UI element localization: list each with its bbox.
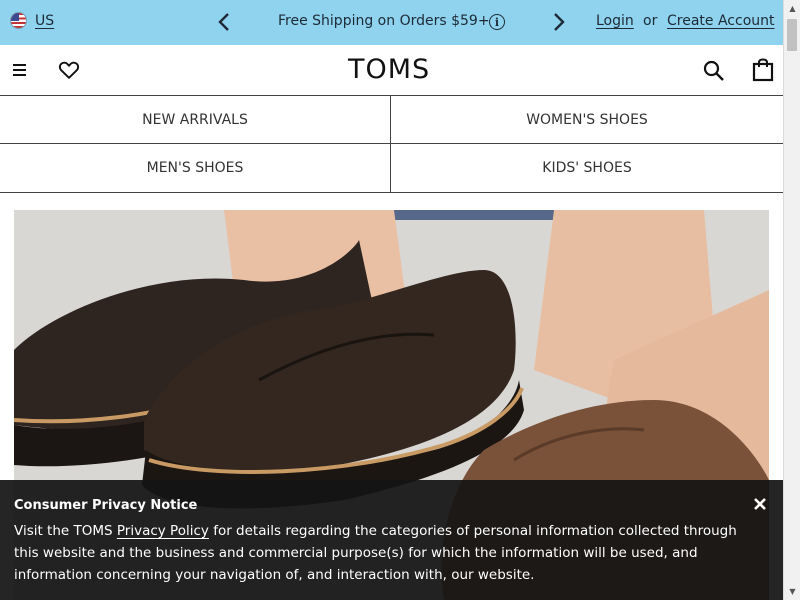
login-link[interactable]: Login [596, 13, 634, 29]
nav-new-arrivals[interactable]: NEW ARRIVALS [0, 96, 391, 144]
privacy-notice-banner: Consumer Privacy Notice Visit the TOMS P… [0, 480, 783, 600]
chevron-left-icon [218, 13, 229, 31]
privacy-text-intro: Visit the TOMS [14, 523, 117, 539]
search-icon[interactable] [702, 59, 726, 83]
region-selector[interactable]: US [10, 12, 54, 29]
privacy-notice-text: Visit the TOMS Privacy Policy for detail… [14, 520, 744, 586]
announcement-bar: US Free Shipping on Orders $59+ i Login … [0, 0, 783, 45]
promo-prev-button[interactable] [213, 10, 235, 34]
promo-next-button[interactable] [548, 10, 570, 34]
privacy-policy-link[interactable]: Privacy Policy [117, 523, 209, 539]
scroll-thumb[interactable] [787, 19, 797, 51]
promo-message: Free Shipping on Orders $59+ [278, 13, 490, 29]
region-label[interactable]: US [35, 13, 54, 29]
site-header: TOMS [0, 45, 783, 96]
scroll-up-arrow-icon[interactable]: ▲ [784, 0, 800, 17]
nav-kids-shoes[interactable]: KIDS' SHOES [391, 144, 783, 193]
chevron-right-icon [554, 13, 565, 31]
nav-mens-shoes[interactable]: MEN'S SHOES [0, 144, 391, 193]
privacy-notice-title: Consumer Privacy Notice [14, 498, 198, 513]
page-scrollbar[interactable]: ▲ ▼ [783, 0, 800, 600]
scroll-down-arrow-icon[interactable]: ▼ [784, 583, 800, 600]
create-account-link[interactable]: Create Account [667, 13, 775, 29]
category-nav: NEW ARRIVALS WOMEN'S SHOES MEN'S SHOES K… [0, 96, 783, 194]
heart-icon[interactable] [58, 59, 80, 81]
toms-logo[interactable]: TOMS [348, 54, 430, 85]
info-icon[interactable]: i [489, 14, 505, 30]
nav-womens-shoes[interactable]: WOMEN'S SHOES [391, 96, 783, 144]
close-icon[interactable] [752, 496, 768, 512]
us-flag-icon [10, 12, 27, 29]
bag-icon[interactable] [752, 58, 774, 82]
or-text: or [643, 13, 658, 29]
menu-icon[interactable] [13, 64, 26, 76]
